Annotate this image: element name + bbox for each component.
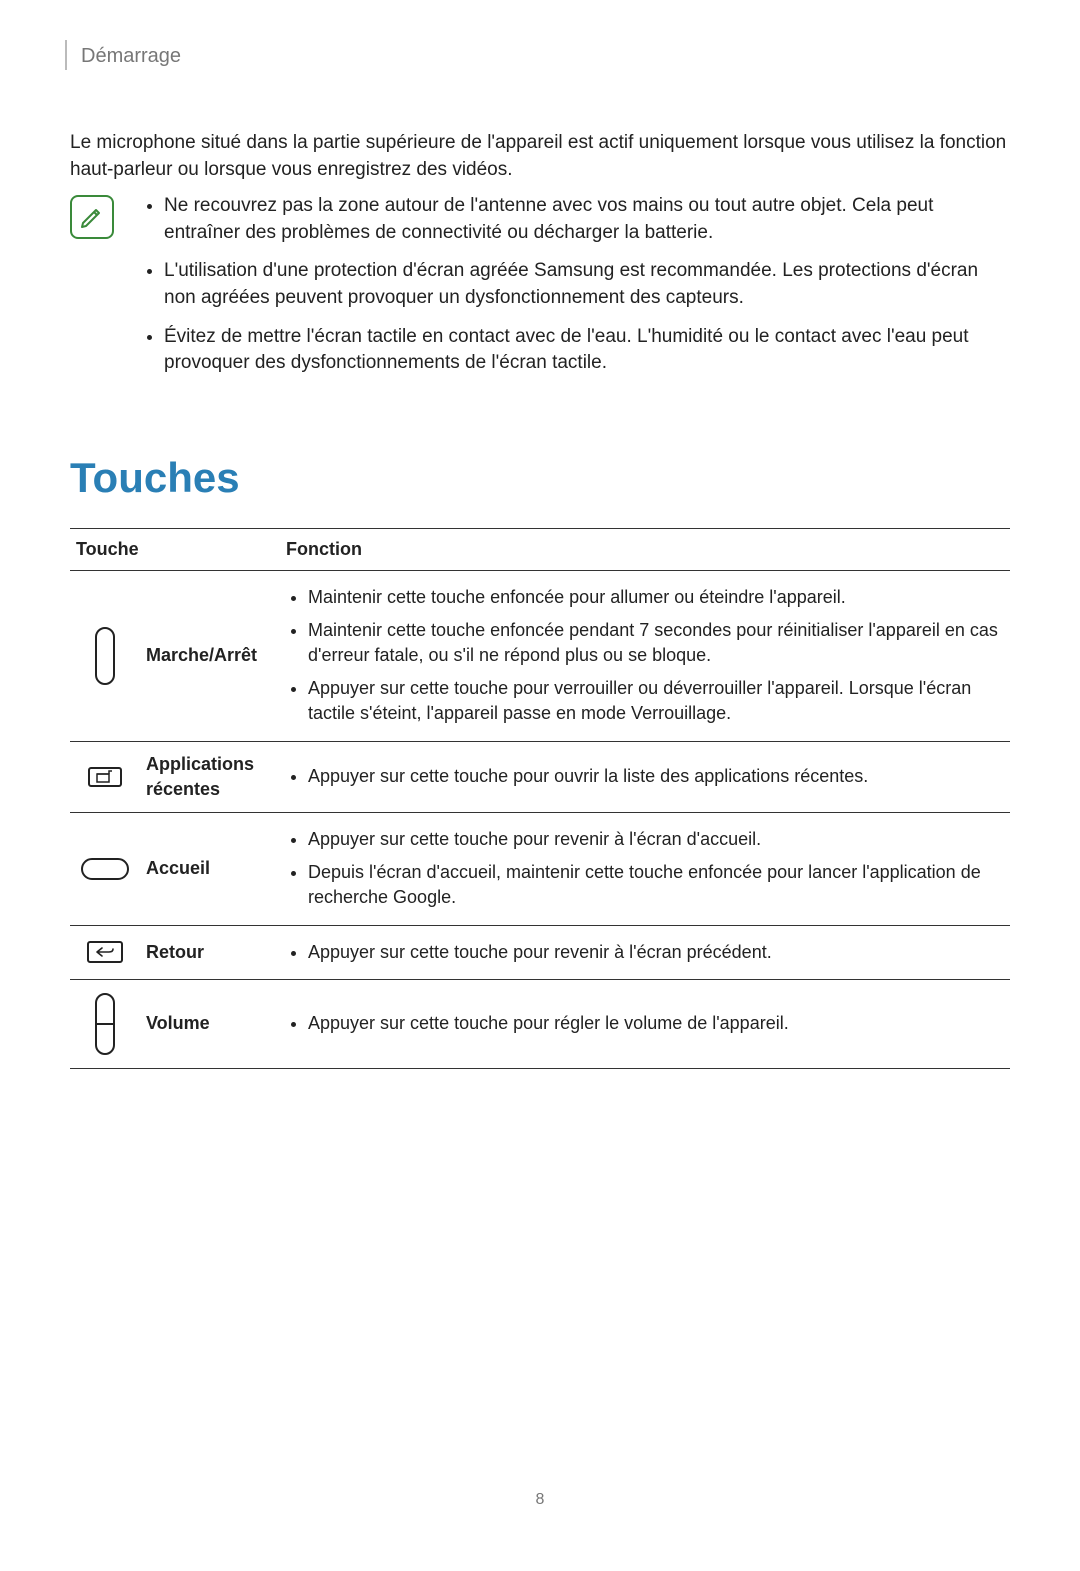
function-item: Appuyer sur cette touche pour régler le … (308, 1007, 1004, 1040)
note-list: Ne recouvrez pas la zone autour de l'ant… (144, 193, 1010, 389)
function-list: Appuyer sur cette touche pour revenir à … (286, 823, 1004, 915)
table-row: Marche/Arrêt Maintenir cette touche enfo… (70, 570, 1010, 741)
note-block: Ne recouvrez pas la zone autour de l'ant… (70, 193, 1010, 389)
function-item: Depuis l'écran d'accueil, maintenir cett… (308, 856, 1004, 914)
note-icon (70, 195, 114, 239)
table-header-touche: Touche (70, 528, 280, 570)
note-item: Ne recouvrez pas la zone autour de l'ant… (164, 193, 1010, 246)
table-row: Retour Appuyer sur cette touche pour rev… (70, 925, 1010, 979)
function-list: Appuyer sur cette touche pour régler le … (286, 1007, 1004, 1040)
function-item: Maintenir cette touche enfoncée pendant … (308, 614, 1004, 672)
function-list: Appuyer sur cette touche pour ouvrir la … (286, 760, 1004, 793)
function-list: Appuyer sur cette touche pour revenir à … (286, 936, 1004, 969)
table-row: Volume Appuyer sur cette touche pour rég… (70, 979, 1010, 1068)
pencil-note-icon (78, 203, 106, 231)
function-item: Maintenir cette touche enfoncée pour all… (308, 581, 1004, 614)
function-item: Appuyer sur cette touche pour verrouille… (308, 672, 1004, 730)
key-label: Retour (140, 925, 280, 979)
breadcrumb: Démarrage (65, 40, 1010, 70)
page-number: 8 (70, 1489, 1010, 1511)
key-label: Applications récentes (140, 741, 280, 812)
home-button-icon (78, 855, 132, 883)
key-label: Accueil (140, 813, 280, 926)
note-item: Évitez de mettre l'écran tactile en cont… (164, 324, 1010, 377)
back-button-icon (85, 939, 125, 965)
function-list: Maintenir cette touche enfoncée pour all… (286, 581, 1004, 731)
section-heading: Touches (70, 449, 1010, 508)
key-label: Volume (140, 979, 280, 1068)
power-button-icon (90, 624, 120, 688)
keys-table: Touche Fonction Marche/Arrêt Maintenir c… (70, 528, 1010, 1069)
function-item: Appuyer sur cette touche pour revenir à … (308, 823, 1004, 856)
intro-paragraph: Le microphone situé dans la partie supér… (70, 130, 1010, 183)
table-row: Accueil Appuyer sur cette touche pour re… (70, 813, 1010, 926)
table-header-fonction: Fonction (280, 528, 1010, 570)
key-label: Marche/Arrêt (140, 570, 280, 741)
volume-button-icon (90, 990, 120, 1058)
recent-apps-icon (85, 762, 125, 792)
note-item: L'utilisation d'une protection d'écran a… (164, 258, 1010, 311)
function-item: Appuyer sur cette touche pour revenir à … (308, 936, 1004, 969)
table-row: Applications récentes Appuyer sur cette … (70, 741, 1010, 812)
breadcrumb-text: Démarrage (81, 42, 181, 70)
function-item: Appuyer sur cette touche pour ouvrir la … (308, 760, 1004, 793)
